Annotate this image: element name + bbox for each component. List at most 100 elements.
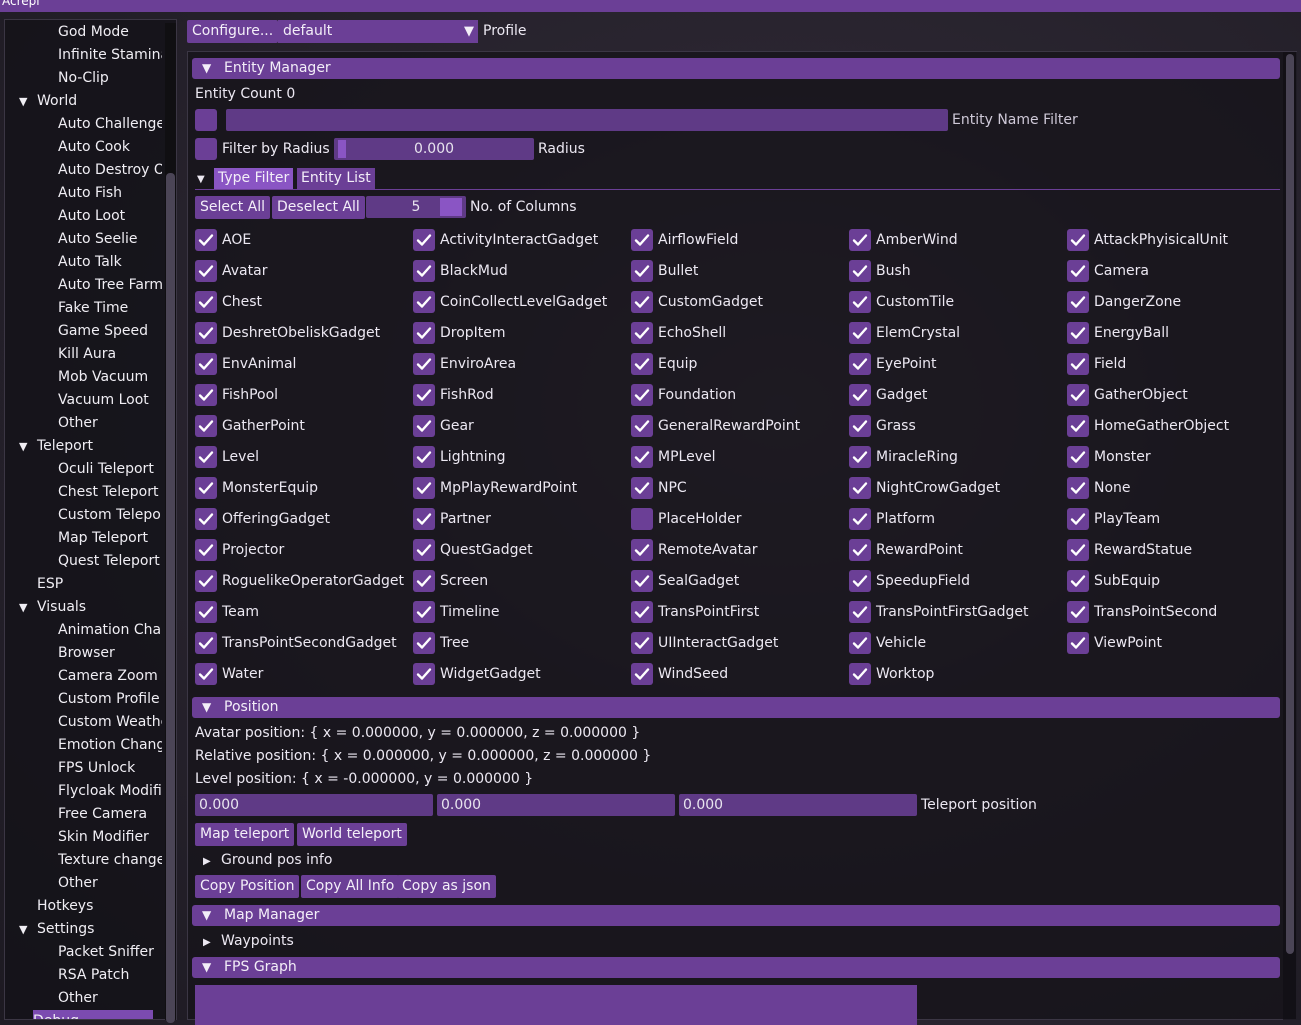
type-checkbox-homegatherobject[interactable] bbox=[1067, 415, 1089, 437]
ground-pos-info-node[interactable]: ▶ Ground pos info bbox=[203, 850, 332, 872]
type-checkbox-elemcrystal[interactable] bbox=[849, 322, 871, 344]
type-checkbox-platform[interactable] bbox=[849, 508, 871, 530]
type-checkbox-avatar[interactable] bbox=[195, 260, 217, 282]
main-scroll-thumb[interactable] bbox=[1286, 54, 1294, 954]
sidebar-item-chest-teleport[interactable]: Chest Teleport bbox=[58, 481, 162, 504]
sidebar-item-god-mode[interactable]: God Mode bbox=[58, 21, 162, 44]
map-manager-header[interactable]: ▼ Map Manager bbox=[192, 905, 1280, 926]
deselect-all-button[interactable]: Deselect All bbox=[272, 196, 365, 219]
columns-slider[interactable]: 5 bbox=[366, 196, 466, 218]
type-checkbox-level[interactable] bbox=[195, 446, 217, 468]
type-checkbox-grass[interactable] bbox=[849, 415, 871, 437]
type-checkbox-monster[interactable] bbox=[1067, 446, 1089, 468]
type-checkbox-nightcrowgadget[interactable] bbox=[849, 477, 871, 499]
type-checkbox-rewardpoint[interactable] bbox=[849, 539, 871, 561]
sidebar-item-vacuum-loot[interactable]: Vacuum Loot bbox=[58, 389, 162, 412]
type-checkbox-npc[interactable] bbox=[631, 477, 653, 499]
radius-slider[interactable]: 0.000 bbox=[334, 138, 534, 160]
sidebar-item-other[interactable]: Other bbox=[58, 412, 162, 435]
type-checkbox-offeringgadget[interactable] bbox=[195, 508, 217, 530]
type-checkbox-echoshell[interactable] bbox=[631, 322, 653, 344]
sidebar-item-mob-vacuum[interactable]: Mob Vacuum bbox=[58, 366, 162, 389]
sidebar-item-game-speed[interactable]: Game Speed bbox=[58, 320, 162, 343]
type-checkbox-monsterequip[interactable] bbox=[195, 477, 217, 499]
tab-type-filter[interactable]: Type Filter bbox=[214, 168, 294, 189]
type-checkbox-remoteavatar[interactable] bbox=[631, 539, 653, 561]
type-checkbox-tree[interactable] bbox=[413, 632, 435, 654]
type-checkbox-gatherpoint[interactable] bbox=[195, 415, 217, 437]
sidebar-item-custom-weathe[interactable]: Custom Weathe bbox=[58, 711, 162, 734]
teleport-x-input[interactable]: 0.000 bbox=[195, 794, 433, 816]
sidebar-item-teleport[interactable]: ▼ Teleport bbox=[19, 435, 169, 458]
type-checkbox-lightning[interactable] bbox=[413, 446, 435, 468]
waypoints-node[interactable]: ▶ Waypoints bbox=[203, 931, 294, 953]
type-checkbox-camera[interactable] bbox=[1067, 260, 1089, 282]
entity-manager-header[interactable]: ▼ Entity Manager bbox=[192, 58, 1280, 79]
type-checkbox-field[interactable] bbox=[1067, 353, 1089, 375]
filter-by-radius-checkbox[interactable] bbox=[195, 138, 217, 160]
type-checkbox-customgadget[interactable] bbox=[631, 291, 653, 313]
type-checkbox-projector[interactable] bbox=[195, 539, 217, 561]
sidebar-item-settings[interactable]: ▼ Settings bbox=[19, 918, 169, 941]
type-checkbox-bush[interactable] bbox=[849, 260, 871, 282]
type-checkbox-coincollectlevelgadget[interactable] bbox=[413, 291, 435, 313]
sidebar-scroll-thumb[interactable] bbox=[166, 173, 175, 1023]
type-checkbox-fishrod[interactable] bbox=[413, 384, 435, 406]
type-checkbox-aoe[interactable] bbox=[195, 229, 217, 251]
copy-position-button[interactable]: Copy Position bbox=[195, 875, 300, 898]
sidebar-item-auto-seelie[interactable]: Auto Seelie bbox=[58, 228, 162, 251]
sidebar-item-skin-modifier[interactable]: Skin Modifier bbox=[58, 826, 162, 849]
sidebar-item-world[interactable]: ▼ World bbox=[19, 90, 169, 113]
type-checkbox-sealgadget[interactable] bbox=[631, 570, 653, 592]
type-checkbox-gadget[interactable] bbox=[849, 384, 871, 406]
type-checkbox-foundation[interactable] bbox=[631, 384, 653, 406]
sidebar-item-flycloak-modifie[interactable]: Flycloak Modifie bbox=[58, 780, 162, 803]
type-checkbox-mpplayrewardpoint[interactable] bbox=[413, 477, 435, 499]
type-checkbox-chest[interactable] bbox=[195, 291, 217, 313]
sidebar-item-free-camera[interactable]: Free Camera bbox=[58, 803, 162, 826]
type-checkbox-envanimal[interactable] bbox=[195, 353, 217, 375]
type-checkbox-customtile[interactable] bbox=[849, 291, 871, 313]
type-checkbox-eyepoint[interactable] bbox=[849, 353, 871, 375]
type-checkbox-blackmud[interactable] bbox=[413, 260, 435, 282]
teleport-y-input[interactable]: 0.000 bbox=[437, 794, 675, 816]
type-checkbox-timeline[interactable] bbox=[413, 601, 435, 623]
sidebar-item-fps-unlock[interactable]: FPS Unlock bbox=[58, 757, 162, 780]
sidebar-item-packet-sniffer[interactable]: Packet Sniffer bbox=[58, 941, 162, 964]
type-checkbox-generalrewardpoint[interactable] bbox=[631, 415, 653, 437]
type-checkbox-fishpool[interactable] bbox=[195, 384, 217, 406]
copy-all-info-button[interactable]: Copy All Info bbox=[301, 875, 400, 898]
sidebar-scrollbar[interactable] bbox=[165, 23, 176, 1023]
sidebar-item-visuals[interactable]: ▼ Visuals bbox=[19, 596, 169, 619]
type-checkbox-transpointsecondgadget[interactable] bbox=[195, 632, 217, 654]
world-teleport-button[interactable]: World teleport bbox=[297, 823, 407, 846]
type-checkbox-worktop[interactable] bbox=[849, 663, 871, 685]
sidebar-item-rsa-patch[interactable]: RSA Patch bbox=[58, 964, 162, 987]
configure-button[interactable]: Configure... bbox=[187, 20, 279, 43]
type-checkbox-transpointsecond[interactable] bbox=[1067, 601, 1089, 623]
sidebar-item-oculi-teleport[interactable]: Oculi Teleport bbox=[58, 458, 162, 481]
sidebar-item-no-clip[interactable]: No-Clip bbox=[58, 67, 162, 90]
teleport-z-input[interactable]: 0.000 bbox=[679, 794, 917, 816]
sidebar-item-hotkeys[interactable]: Hotkeys bbox=[37, 895, 93, 918]
sidebar-item-auto-challenge[interactable]: Auto Challenge bbox=[58, 113, 162, 136]
sidebar-item-custom-profile[interactable]: Custom Profile bbox=[58, 688, 162, 711]
type-checkbox-amberwind[interactable] bbox=[849, 229, 871, 251]
entity-name-filter-input[interactable] bbox=[226, 109, 948, 131]
type-checkbox-viewpoint[interactable] bbox=[1067, 632, 1089, 654]
name-filter-checkbox[interactable] bbox=[195, 109, 217, 131]
type-checkbox-subequip[interactable] bbox=[1067, 570, 1089, 592]
type-checkbox-uiinteractgadget[interactable] bbox=[631, 632, 653, 654]
type-checkbox-none[interactable] bbox=[1067, 477, 1089, 499]
type-checkbox-speedupfield[interactable] bbox=[849, 570, 871, 592]
type-checkbox-gear[interactable] bbox=[413, 415, 435, 437]
sidebar-item-debug[interactable]: Debug bbox=[33, 1010, 153, 1019]
sidebar-item-other[interactable]: Other bbox=[58, 987, 162, 1010]
fps-graph-header[interactable]: ▼ FPS Graph bbox=[192, 957, 1280, 978]
type-checkbox-deshretobeliskgadget[interactable] bbox=[195, 322, 217, 344]
type-checkbox-energyball[interactable] bbox=[1067, 322, 1089, 344]
main-scrollbar[interactable] bbox=[1283, 52, 1297, 1020]
type-checkbox-airflowfield[interactable] bbox=[631, 229, 653, 251]
type-checkbox-activityinteractgadget[interactable] bbox=[413, 229, 435, 251]
type-checkbox-screen[interactable] bbox=[413, 570, 435, 592]
